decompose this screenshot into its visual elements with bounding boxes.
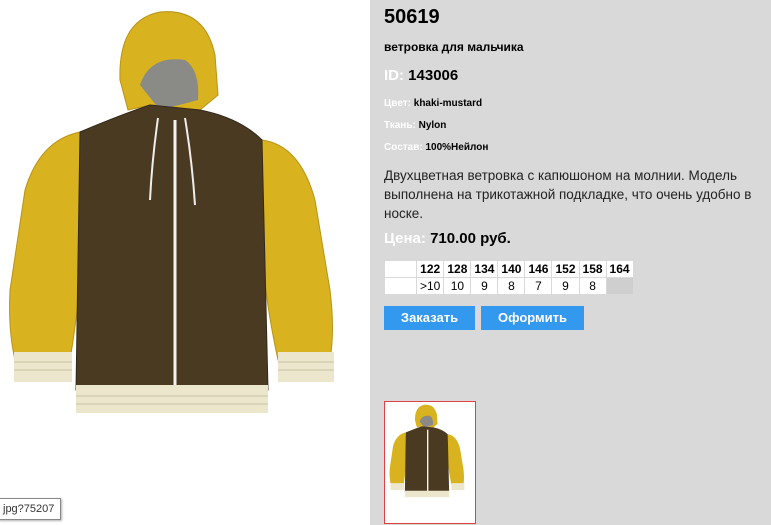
size-cell: 164 (605, 260, 634, 278)
size-cell: 134 (470, 260, 499, 278)
size-cell: 140 (497, 260, 526, 278)
table-row-label-cell (384, 277, 417, 295)
id-label: ID: (384, 67, 404, 84)
stock-cell: >10 (415, 277, 445, 295)
size-cell: 146 (524, 260, 553, 278)
article-number: 50619 (384, 6, 440, 28)
product-description: Двухцветная ветровка с капюшоном на молн… (384, 168, 752, 221)
stock-cell: 8 (578, 277, 607, 295)
prop-composition: Состав: 100%Нейлон (384, 142, 488, 153)
size-cell: 122 (415, 260, 445, 278)
prop-color-label: Цвет: (384, 98, 411, 109)
stock-row: >10 10 9 8 7 9 8 (384, 277, 634, 295)
stock-cell: 10 (443, 277, 472, 295)
table-corner-cell (384, 260, 417, 278)
stock-cell: 8 (497, 277, 526, 295)
prop-composition-label: Состав: (384, 142, 423, 153)
size-cell: 128 (443, 260, 472, 278)
prop-fabric-value: Nylon (418, 120, 447, 131)
image-url-tooltip: jpg?75207 (0, 498, 62, 520)
product-thumbnail[interactable] (384, 401, 476, 524)
jacket-thumbnail-image (389, 404, 465, 498)
order-button[interactable]: Заказать (384, 306, 475, 330)
tooltip-text: jpg?75207 (3, 503, 55, 515)
stock-cell: 7 (524, 277, 553, 295)
prop-fabric-label: Ткань: (384, 120, 416, 131)
stock-cell: 9 (470, 277, 499, 295)
prop-composition-value: 100%Нейлон (425, 142, 489, 153)
stock-cell: 9 (551, 277, 580, 295)
price-value: 710.00 руб. (430, 230, 511, 247)
checkout-button[interactable]: Оформить (481, 306, 584, 330)
id-value: 143006 (408, 67, 459, 84)
prop-fabric: Ткань: Nylon (384, 120, 446, 131)
prop-color-value: khaki-mustard (413, 98, 483, 109)
size-stock-table: 122 128 134 140 146 152 158 164 >10 10 9… (384, 260, 634, 295)
product-subtitle: ветровка для мальчика (384, 40, 524, 54)
stock-cell-unavailable (605, 277, 634, 295)
product-id: ID: 143006 (384, 67, 458, 84)
prop-color: Цвет: khaki-mustard (384, 98, 482, 109)
price-label: Цена: (384, 230, 426, 247)
jacket-image[interactable] (0, 0, 370, 525)
size-cell: 152 (551, 260, 580, 278)
size-cell: 158 (578, 260, 607, 278)
price: Цена: 710.00 руб. (384, 230, 511, 247)
size-header-row: 122 128 134 140 146 152 158 164 (384, 260, 634, 278)
product-image-area: jpg?75207 (0, 0, 370, 525)
